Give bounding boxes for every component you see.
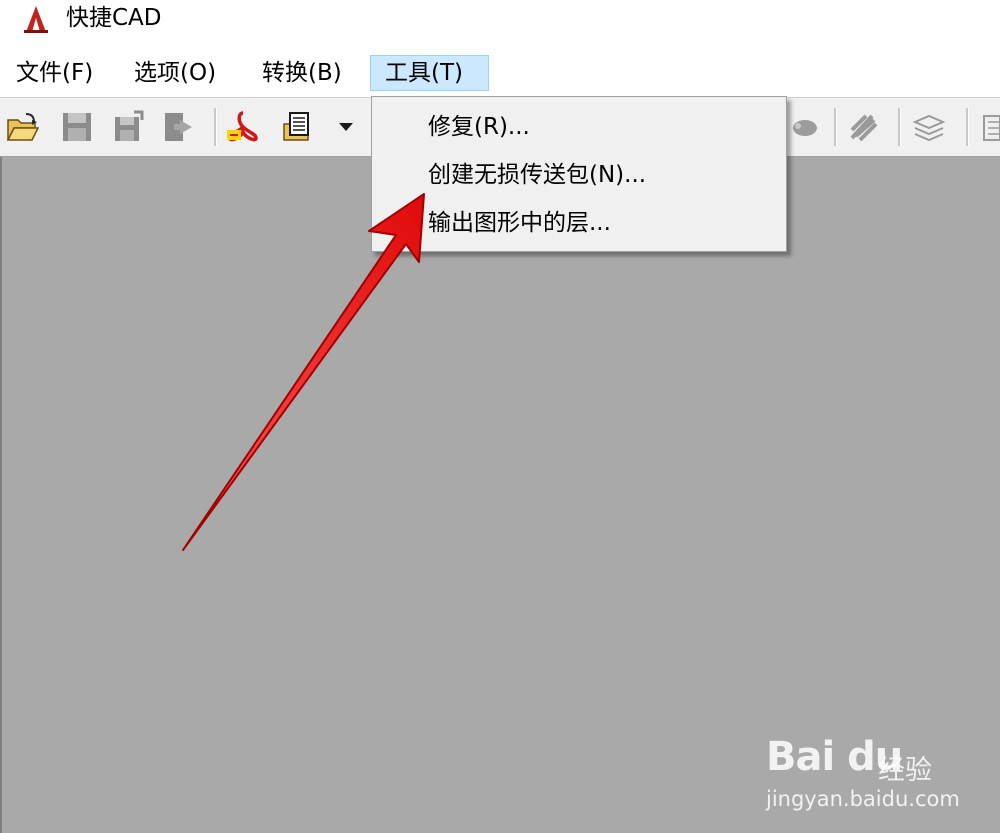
- window-title: 快捷CAD: [66, 5, 162, 31]
- toolbar-separator: [834, 108, 837, 146]
- save-as-icon[interactable]: [112, 110, 146, 144]
- export-icon[interactable]: [162, 110, 196, 144]
- tools-dropdown-menu: 修复(R)... 创建无损传送包(N)... 输出图形中的层...: [371, 96, 787, 252]
- tool-icon[interactable]: [786, 110, 820, 144]
- open-folder-icon[interactable]: [6, 110, 40, 144]
- menu-item-repair[interactable]: 修复(R)...: [428, 107, 530, 147]
- toolbar-separator: [966, 108, 969, 146]
- menu-tools[interactable]: 工具(T): [370, 55, 489, 91]
- toolbar-separator: [214, 108, 217, 146]
- panel-icon[interactable]: [980, 110, 1000, 144]
- toolbar-separator: [898, 108, 901, 146]
- watermark-url: jingyan.baidu.com: [766, 787, 960, 811]
- batch-convert-icon[interactable]: [282, 110, 316, 144]
- title-bar: 快捷CAD: [0, 0, 1000, 40]
- menu-item-export-layers[interactable]: 输出图形中的层...: [428, 203, 611, 243]
- save-icon[interactable]: [60, 110, 94, 144]
- layers-icon[interactable]: [912, 110, 946, 144]
- watermark-brand: 经验: [878, 755, 932, 786]
- dropdown-arrow-icon[interactable]: [334, 110, 358, 144]
- menu-item-create-etransmit[interactable]: 创建无损传送包(N)...: [428, 155, 646, 195]
- drawing-workspace[interactable]: [0, 157, 1000, 833]
- settings-icon[interactable]: [846, 110, 880, 144]
- menu-convert[interactable]: 转换(B): [254, 55, 350, 91]
- menu-options[interactable]: 选项(O): [126, 55, 224, 91]
- app-logo-icon: [22, 4, 50, 34]
- pdf-convert-icon[interactable]: [226, 110, 260, 144]
- menu-file[interactable]: 文件(F): [8, 55, 101, 91]
- menu-bar: 文件(F) 选项(O) 转换(B) 工具(T): [0, 50, 1000, 96]
